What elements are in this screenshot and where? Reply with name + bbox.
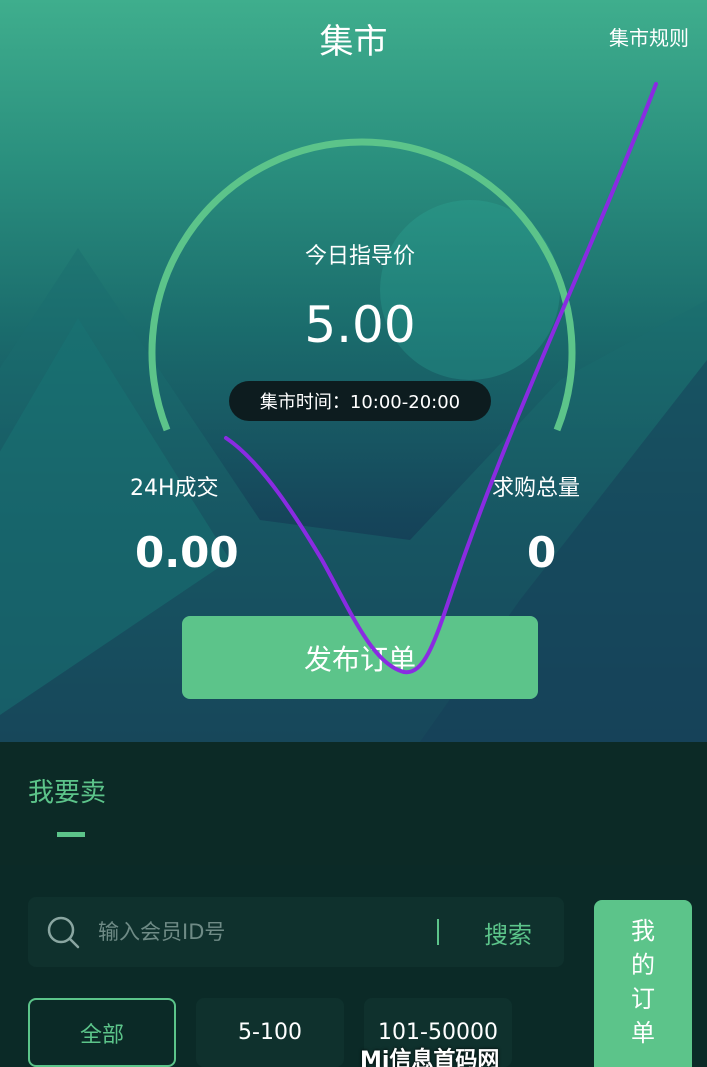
- publish-order-button[interactable]: 发布订单: [182, 616, 538, 699]
- member-id-search-input[interactable]: [98, 897, 428, 967]
- filter-chip-5-100[interactable]: 5-100: [196, 998, 344, 1067]
- my-orders-char: 订: [631, 985, 655, 1013]
- tab-bar: 我要卖: [0, 742, 707, 865]
- tab-sell[interactable]: 我要卖: [28, 772, 106, 809]
- search-button[interactable]: 搜索: [458, 897, 558, 967]
- total-demand-value: 0: [527, 528, 557, 577]
- filter-chip-all[interactable]: 全部: [28, 998, 176, 1067]
- hero-panel: 集市 集市规则 今日指导价 5.00 集市时间：10:00-20:00 24H成…: [0, 0, 707, 742]
- my-orders-char: 我: [631, 917, 655, 945]
- my-orders-char: 的: [631, 951, 655, 979]
- watermark-text: Mi信息首码网 www.mixinxi.com: [360, 1048, 500, 1067]
- guide-price-value: 5.00: [304, 296, 416, 354]
- volume-24h-value: 0.00: [135, 528, 239, 577]
- tab-active-indicator: [57, 832, 85, 837]
- guide-price-label: 今日指导价: [304, 244, 415, 269]
- search-divider: [437, 919, 439, 945]
- volume-24h-label: 24H成交: [130, 476, 219, 501]
- market-time-badge: 集市时间：10:00-20:00: [229, 381, 491, 421]
- market-time-text: 集市时间：10:00-20:00: [259, 392, 461, 413]
- search-bar: 搜索: [28, 897, 564, 967]
- total-demand-label: 求购总量: [492, 476, 581, 501]
- search-icon: [47, 916, 80, 949]
